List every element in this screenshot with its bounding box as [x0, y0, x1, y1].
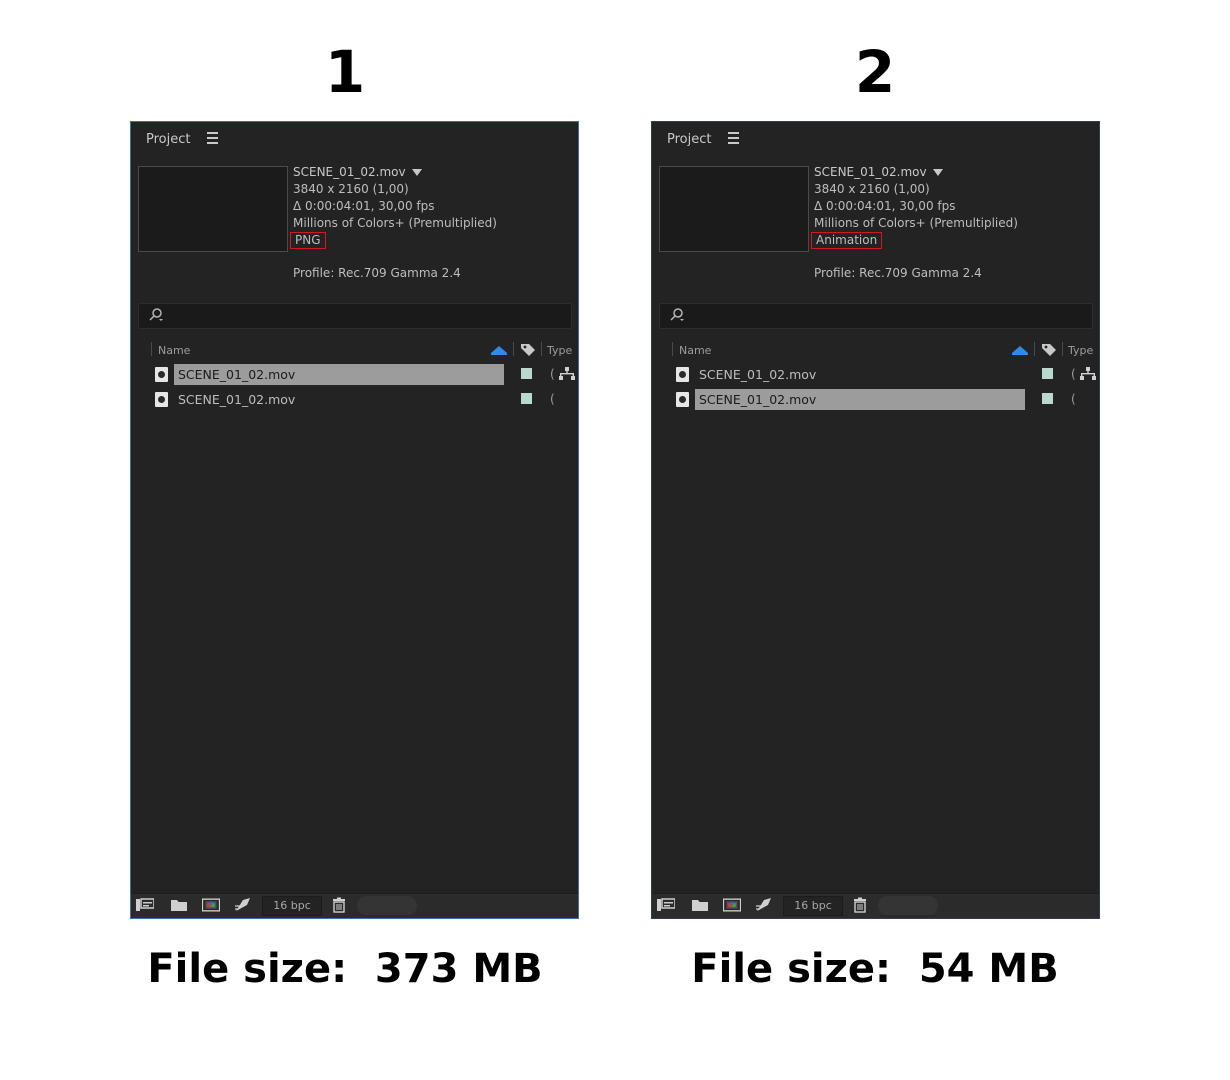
item-type: ( — [1071, 392, 1076, 406]
footage-file-icon — [155, 367, 168, 382]
column-header: Name Type — [652, 339, 1099, 361]
label-tag-icon[interactable] — [520, 343, 536, 357]
label-tag-icon[interactable] — [1041, 343, 1057, 357]
footage-resolution: 3840 x 2160 (1,00) — [293, 182, 409, 196]
panel-menu-icon[interactable] — [728, 132, 739, 147]
item-name: SCENE_01_02.mov — [699, 367, 817, 382]
bit-depth-button[interactable]: 16 bpc — [783, 896, 843, 916]
column-type[interactable]: Type — [547, 344, 572, 357]
panel-title[interactable]: Project — [667, 132, 711, 147]
sort-ascending-icon[interactable] — [1012, 346, 1028, 353]
panel-title[interactable]: Project — [146, 132, 190, 147]
panel-bottom-bar: 16 bpc — [131, 893, 578, 918]
footage-filename: SCENE_01_02.mov — [293, 165, 406, 179]
sort-ascending-icon[interactable] — [491, 346, 507, 353]
new-composition-icon[interactable] — [723, 897, 741, 913]
comparison-1: 1 Project SCENE_01_02.mov 3840 x 2160 (1… — [110, 0, 580, 1080]
item-type: ( — [1071, 367, 1076, 381]
list-item[interactable]: SCENE_01_02.mov ( — [652, 388, 1099, 412]
footage-profile: Profile: Rec.709 Gamma 2.4 — [293, 266, 461, 280]
label-color-swatch[interactable] — [1042, 393, 1053, 404]
scrollbar-thumb[interactable] — [357, 896, 417, 915]
panel-bottom-bar: 16 bpc — [652, 893, 1099, 918]
project-panel: Project SCENE_01_02.mov 3840 x 2160 (1,0… — [130, 121, 579, 919]
footage-codec-highlight: Animation — [811, 232, 883, 249]
item-type: ( — [550, 392, 555, 406]
interpret-footage-icon[interactable] — [657, 897, 675, 913]
label-color-swatch[interactable] — [521, 393, 532, 404]
panel-menu-icon[interactable] — [207, 132, 218, 147]
footage-duration: Δ 0:00:04:01, 30,00 fps — [293, 199, 435, 213]
search-icon[interactable] — [148, 307, 164, 323]
file-size-label: File size: 54 MB — [691, 946, 1059, 992]
footage-filename: SCENE_01_02.mov — [814, 165, 927, 179]
column-type[interactable]: Type — [1068, 344, 1093, 357]
label-color-swatch[interactable] — [1042, 368, 1053, 379]
dropdown-caret-icon[interactable] — [932, 169, 943, 176]
item-type: ( — [550, 367, 555, 381]
footage-thumbnail — [138, 166, 288, 252]
project-panel: Project SCENE_01_02.mov 3840 x 2160 (1,0… — [651, 121, 1100, 919]
footage-info: SCENE_01_02.mov 3840 x 2160 (1,00) Δ 0:0… — [290, 164, 497, 249]
flowchart-icon[interactable] — [1080, 367, 1096, 381]
list-item[interactable]: SCENE_01_02.mov ( — [131, 363, 578, 387]
footage-resolution: 3840 x 2160 (1,00) — [814, 182, 930, 196]
render-queue-icon[interactable] — [755, 897, 773, 913]
bit-depth-button[interactable]: 16 bpc — [262, 896, 322, 916]
dropdown-caret-icon[interactable] — [411, 169, 422, 176]
item-name: SCENE_01_02.mov — [178, 392, 296, 407]
footage-codec-highlight: PNG — [290, 232, 326, 249]
column-name[interactable]: Name — [158, 344, 190, 357]
file-size-label: File size: 373 MB — [147, 946, 543, 992]
footage-info: SCENE_01_02.mov 3840 x 2160 (1,00) Δ 0:0… — [811, 164, 1018, 249]
footage-colors: Millions of Colors+ (Premultiplied) — [293, 216, 497, 230]
new-folder-icon[interactable] — [170, 897, 188, 913]
footage-profile: Profile: Rec.709 Gamma 2.4 — [814, 266, 982, 280]
list-item[interactable]: SCENE_01_02.mov ( — [131, 388, 578, 412]
footage-file-icon — [155, 392, 168, 407]
scrollbar-thumb[interactable] — [878, 896, 938, 915]
item-name: SCENE_01_02.mov — [174, 364, 504, 385]
column-name[interactable]: Name — [679, 344, 711, 357]
footage-duration: Δ 0:00:04:01, 30,00 fps — [814, 199, 956, 213]
trash-icon[interactable] — [851, 897, 869, 913]
flowchart-icon[interactable] — [559, 367, 575, 381]
list-item[interactable]: SCENE_01_02.mov ( — [652, 363, 1099, 387]
new-folder-icon[interactable] — [691, 897, 709, 913]
comparison-number: 1 — [324, 38, 366, 106]
footage-thumbnail — [659, 166, 809, 252]
search-input[interactable] — [659, 303, 1093, 329]
search-icon[interactable] — [669, 307, 685, 323]
interpret-footage-icon[interactable] — [136, 897, 154, 913]
comparison-number: 2 — [854, 38, 896, 106]
column-header: Name Type — [131, 339, 578, 361]
footage-file-icon — [676, 392, 689, 407]
new-composition-icon[interactable] — [202, 897, 220, 913]
item-name: SCENE_01_02.mov — [695, 389, 1025, 410]
comparison-2: 2 Project SCENE_01_02.mov 3840 x 2160 (1… — [640, 0, 1110, 1080]
footage-colors: Millions of Colors+ (Premultiplied) — [814, 216, 1018, 230]
search-input[interactable] — [138, 303, 572, 329]
render-queue-icon[interactable] — [234, 897, 252, 913]
label-color-swatch[interactable] — [521, 368, 532, 379]
trash-icon[interactable] — [330, 897, 348, 913]
footage-file-icon — [676, 367, 689, 382]
